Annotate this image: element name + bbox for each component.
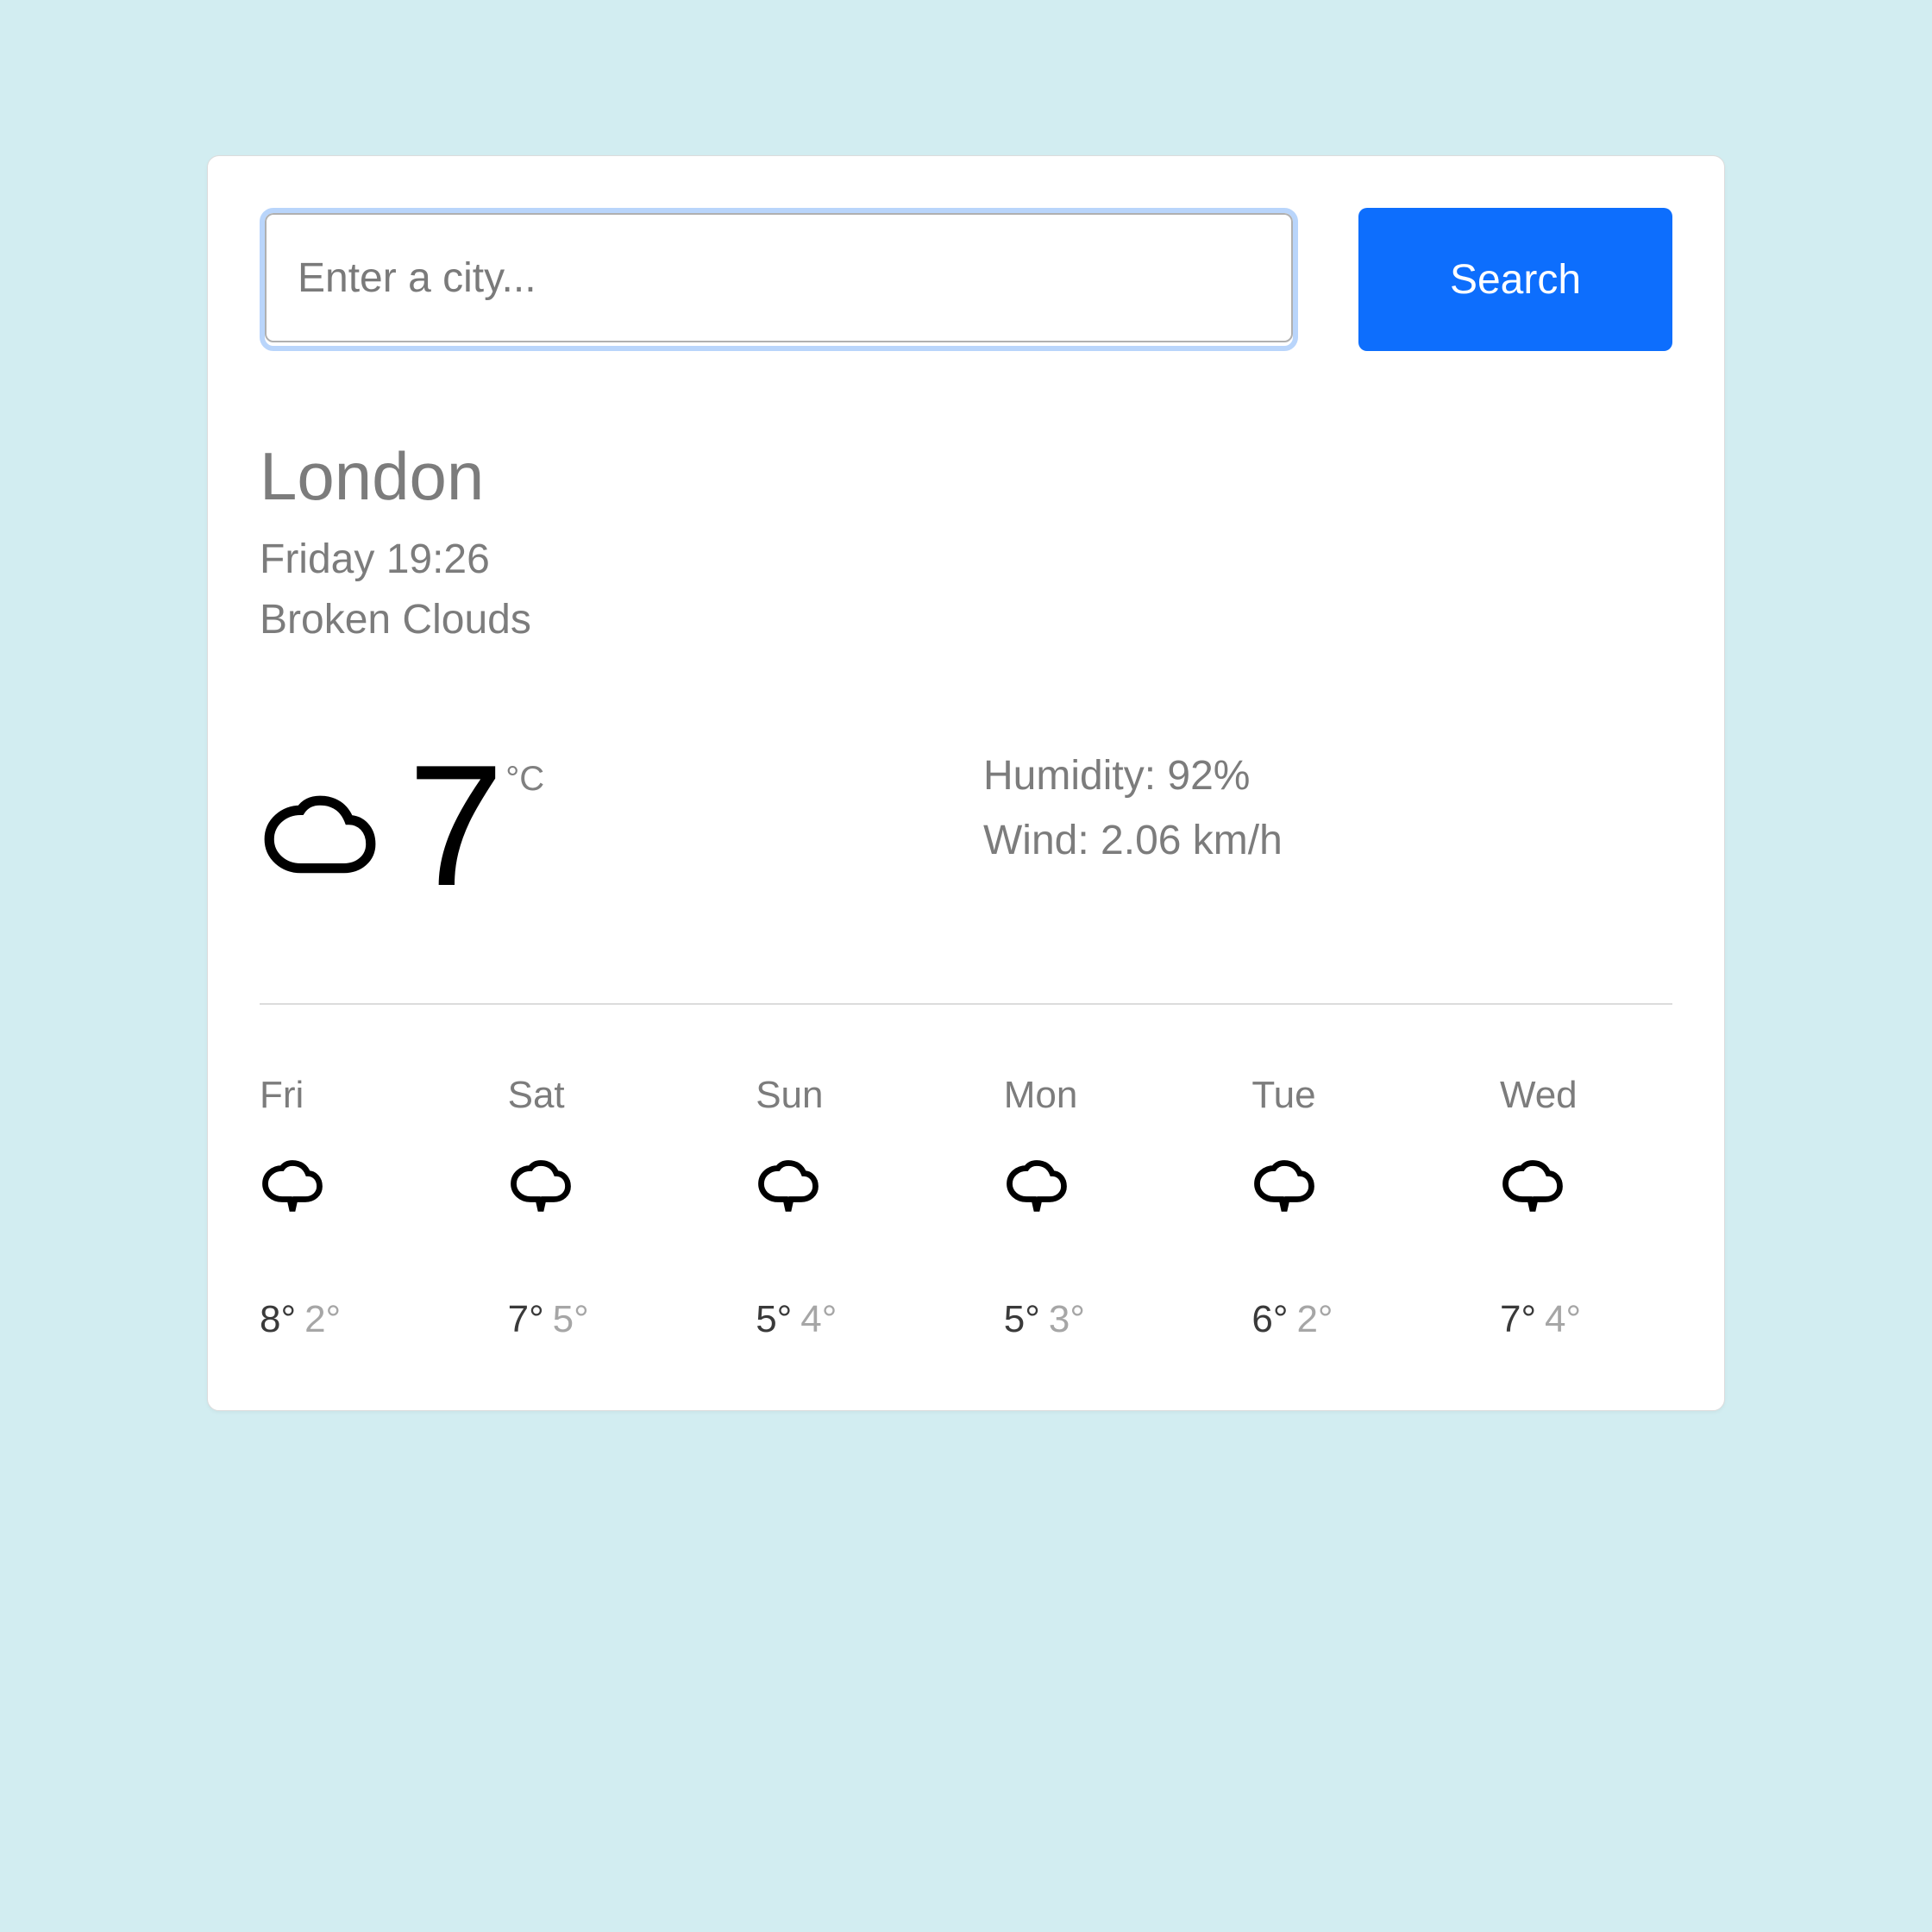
forecast-day-label: Tue	[1251, 1074, 1424, 1117]
forecast-day: Tue 6°2°	[1251, 1074, 1424, 1341]
forecast-lo: 4°	[1545, 1298, 1581, 1340]
divider	[260, 1003, 1672, 1005]
cloud-icon	[508, 1151, 681, 1229]
cloud-icon	[260, 744, 380, 900]
forecast-day: Fri 8°2°	[260, 1074, 432, 1341]
forecast-temps: 8°2°	[260, 1298, 432, 1341]
current-row: 7 °C Humidity: 92% Wind: 2.06 km/h	[260, 744, 1672, 908]
forecast-hi: 5°	[756, 1298, 792, 1340]
search-row: Search	[260, 208, 1672, 351]
forecast-day-label: Sat	[508, 1074, 681, 1117]
cloud-icon	[1004, 1151, 1176, 1229]
current-right: Humidity: 92% Wind: 2.06 km/h	[949, 744, 1672, 908]
city-name: London	[260, 437, 1672, 516]
forecast-lo: 4°	[800, 1298, 837, 1340]
forecast-temps: 7°4°	[1500, 1298, 1672, 1341]
cloud-icon	[1500, 1151, 1672, 1229]
forecast-day-label: Fri	[260, 1074, 432, 1117]
forecast-temps: 5°4°	[756, 1298, 928, 1341]
forecast-temps: 6°2°	[1251, 1298, 1424, 1341]
forecast-day-label: Wed	[1500, 1074, 1672, 1117]
forecast-lo: 2°	[304, 1298, 341, 1340]
wind-label: Wind: 2.06 km/h	[983, 809, 1672, 873]
city-search-input[interactable]	[265, 213, 1293, 342]
forecast-day: Sun 5°4°	[756, 1074, 928, 1341]
temperature-unit: °C	[505, 760, 544, 799]
forecast-hi: 8°	[260, 1298, 296, 1340]
current-datetime: Friday 19:26	[260, 530, 1672, 590]
forecast-day: Sat 7°5°	[508, 1074, 681, 1341]
cloud-icon	[260, 1151, 432, 1229]
current-left: 7 °C	[260, 744, 949, 908]
forecast-day: Mon 5°3°	[1004, 1074, 1176, 1341]
search-button[interactable]: Search	[1358, 208, 1672, 351]
humidity-label: Humidity: 92%	[983, 744, 1672, 808]
current-condition: Broken Clouds	[260, 590, 1672, 650]
forecast-lo: 2°	[1296, 1298, 1333, 1340]
forecast-temps: 7°5°	[508, 1298, 681, 1341]
forecast-day-label: Sun	[756, 1074, 928, 1117]
forecast-day-label: Mon	[1004, 1074, 1176, 1117]
temperature-wrap: 7 °C	[408, 744, 544, 908]
cloud-icon	[1251, 1151, 1424, 1229]
forecast-hi: 7°	[1500, 1298, 1536, 1340]
forecast-lo: 5°	[553, 1298, 589, 1340]
forecast-temps: 5°3°	[1004, 1298, 1176, 1341]
forecast-hi: 6°	[1251, 1298, 1288, 1340]
forecast-day: Wed 7°4°	[1500, 1074, 1672, 1341]
weather-card: Search London Friday 19:26 Broken Clouds…	[207, 155, 1725, 1411]
cloud-icon	[756, 1151, 928, 1229]
forecast-hi: 5°	[1004, 1298, 1040, 1340]
forecast-hi: 7°	[508, 1298, 544, 1340]
forecast-lo: 3°	[1049, 1298, 1085, 1340]
current-header: London Friday 19:26 Broken Clouds	[260, 437, 1672, 649]
search-wrap	[260, 208, 1298, 351]
temperature-value: 7	[408, 744, 499, 908]
forecast-row: Fri 8°2° Sat 7°5° Sun 5°4°	[260, 1074, 1672, 1341]
